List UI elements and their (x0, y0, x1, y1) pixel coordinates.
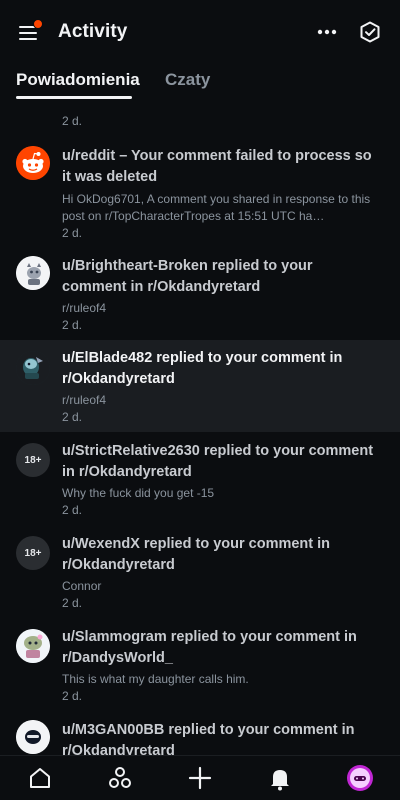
notification-item[interactable]: u/Slammogram replied to your comment in … (0, 618, 400, 711)
notification-preview: r/ruleof4 (62, 301, 107, 315)
notification-title: u/StrictRelative2630 replied to your com… (62, 443, 374, 480)
notification-item[interactable]: 18+ u/WexendX replied to your comment in… (0, 525, 400, 618)
nsfw-avatar: 18+ (16, 443, 50, 477)
page-title: Activity (58, 21, 128, 42)
bottom-navigation (0, 755, 400, 800)
notification-preview: Hi OkDog6701, A comment you shared in re… (62, 192, 371, 223)
more-dots-icon (317, 29, 337, 35)
notification-dot (33, 19, 43, 29)
notification-time: 2 d. (62, 410, 83, 424)
notification-title: u/Slammogram replied to your comment in … (62, 629, 357, 666)
nav-create-button[interactable] (186, 764, 214, 792)
user-avatar-icon (16, 720, 50, 754)
nsfw-label: 18+ (24, 547, 42, 559)
active-tab-indicator (16, 96, 132, 99)
user-avatar-icon (16, 629, 50, 663)
tab-notifications[interactable]: Powiadomienia (16, 70, 140, 90)
notification-preview: This is what my daughter calls him. (62, 672, 249, 686)
tab-chats[interactable]: Czaty (165, 70, 210, 90)
profile-avatar-icon (347, 765, 373, 791)
create-plus-icon (188, 766, 212, 790)
more-options-button[interactable] (314, 22, 340, 42)
nav-home-button[interactable] (26, 764, 54, 792)
notifications-bell-icon (271, 770, 289, 791)
communities-icon (109, 767, 131, 788)
notification-time: 2 d. (62, 596, 83, 610)
nav-profile-button[interactable] (346, 764, 374, 792)
tab-bar: Powiadomienia Czaty (0, 64, 400, 100)
mark-all-read-icon (360, 21, 380, 43)
notification-time: 2 d. (62, 689, 83, 703)
notification-list[interactable]: 2 d. u/reddit – Your comment failed to p… (0, 110, 400, 755)
notification-title: u/reddit – Your comment failed to proces… (62, 148, 372, 185)
notification-item[interactable]: 2 d. (0, 110, 400, 138)
notification-preview: Connor (62, 579, 102, 593)
activity-screen: Activity Powiadomienia Czaty 2 d. u/redd… (0, 0, 400, 800)
user-avatar-icon (16, 351, 50, 385)
notification-time: 2 d. (62, 503, 83, 517)
notification-title: u/ElBlade482 replied to your comment in … (62, 350, 343, 387)
notification-item[interactable]: 18+ u/StrictRelative2630 replied to your… (0, 432, 400, 525)
mark-all-read-button[interactable] (358, 20, 382, 44)
nav-notifications-button[interactable] (266, 764, 294, 792)
notification-preview: Why the fuck did you get -15 (62, 486, 215, 500)
notification-item[interactable]: u/reddit – Your comment failed to proces… (0, 138, 400, 240)
home-icon (30, 768, 50, 788)
notification-title: u/M3GAN00BB replied to your comment in r… (62, 722, 355, 755)
notification-time: 2 d. (62, 318, 83, 332)
notification-item[interactable]: u/Brightheart-Broken replied to your com… (0, 240, 400, 336)
notification-item-unread[interactable]: u/ElBlade482 replied to your comment in … (0, 340, 400, 432)
notification-item[interactable]: u/M3GAN00BB replied to your comment in r… (0, 711, 400, 755)
nsfw-avatar: 18+ (16, 536, 50, 570)
notification-title: u/WexendX replied to your comment in r/O… (62, 536, 331, 573)
notification-title: u/Brightheart-Broken replied to your com… (62, 258, 313, 295)
user-avatar-icon (16, 256, 50, 290)
nav-communities-button[interactable] (106, 764, 134, 792)
menu-button[interactable] (16, 19, 44, 46)
reddit-logo-icon (16, 146, 50, 180)
notification-time: 2 d. (62, 114, 83, 128)
nsfw-label: 18+ (24, 454, 42, 466)
notification-preview: r/ruleof4 (62, 393, 107, 407)
app-header: Activity (0, 0, 400, 64)
